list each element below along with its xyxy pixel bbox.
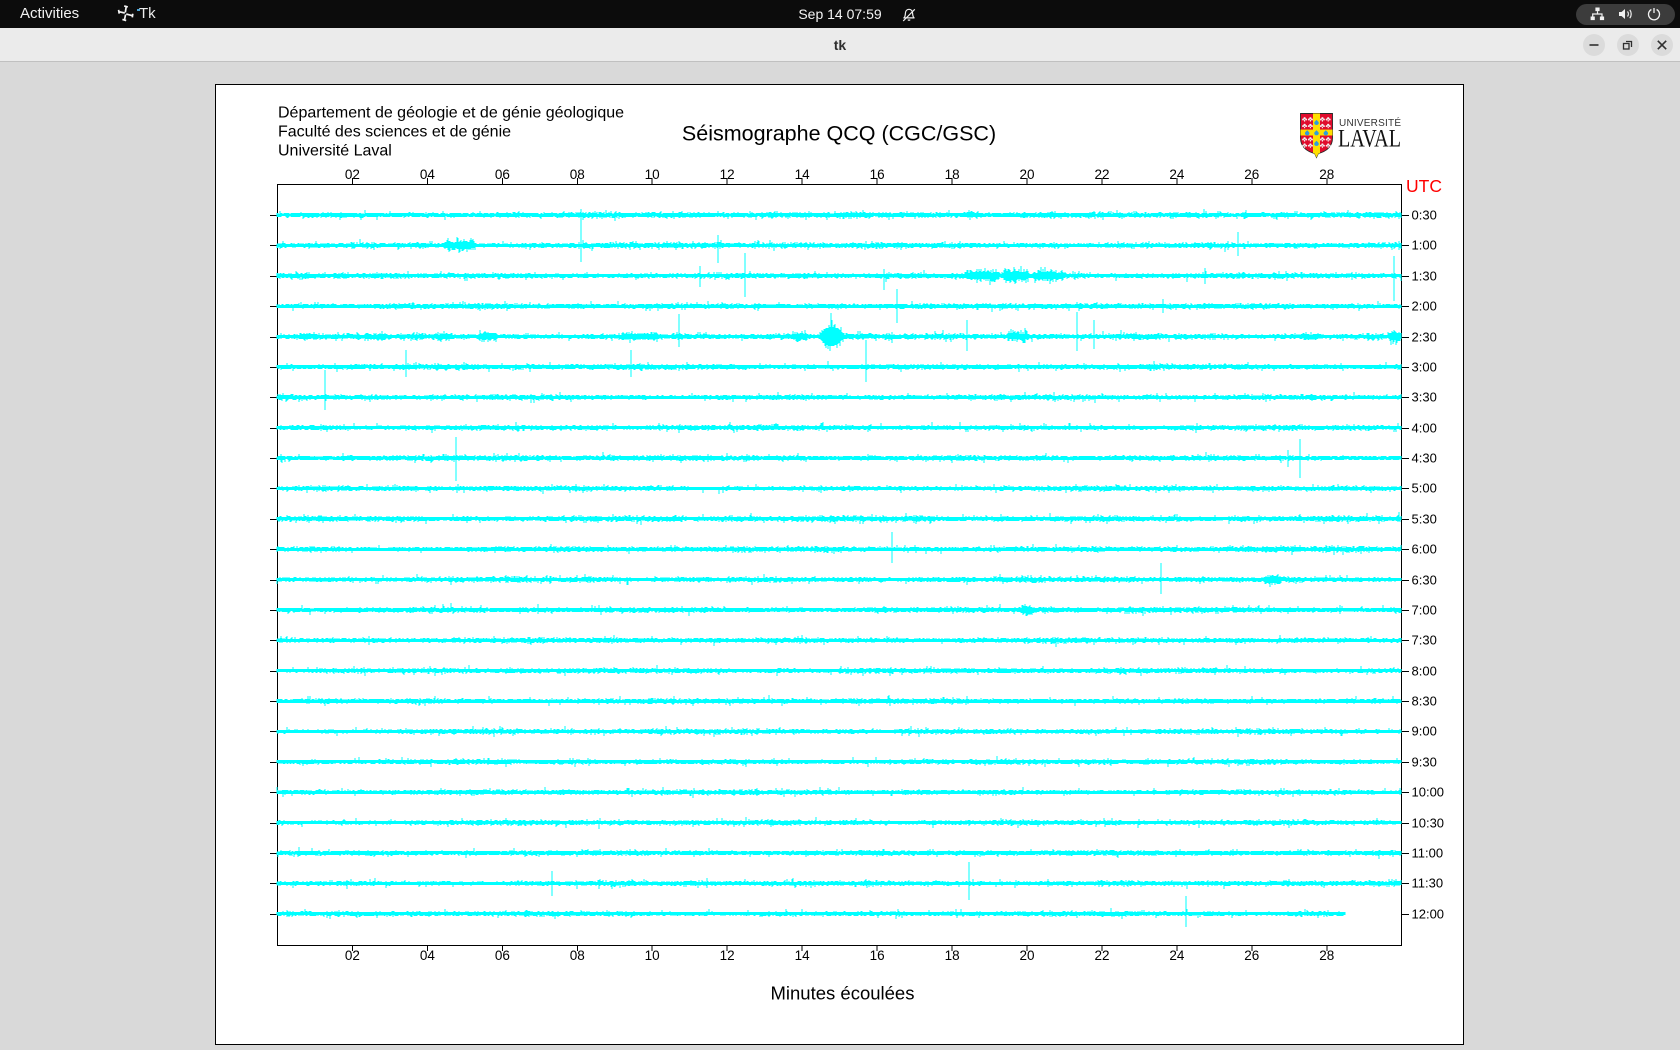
svg-text:Faculté des sciences et de gén: Faculté des sciences et de génie — [278, 123, 511, 140]
svg-text:6:30: 6:30 — [1412, 573, 1437, 588]
svg-text:Université Laval: Université Laval — [278, 142, 392, 159]
svg-text:10:30: 10:30 — [1412, 816, 1445, 831]
svg-text:4:00: 4:00 — [1412, 421, 1437, 436]
svg-text:0:30: 0:30 — [1412, 208, 1437, 223]
svg-text:10:00: 10:00 — [1412, 785, 1445, 800]
svg-text:9:30: 9:30 — [1412, 755, 1437, 770]
svg-text:UTC: UTC — [1406, 176, 1442, 196]
svg-text:6:00: 6:00 — [1412, 542, 1437, 557]
svg-text:Séismographe QCQ (CGC/GSC): Séismographe QCQ (CGC/GSC) — [682, 122, 996, 146]
svg-text:1:00: 1:00 — [1412, 238, 1437, 253]
svg-text:1:30: 1:30 — [1412, 269, 1437, 284]
svg-text:7:00: 7:00 — [1412, 603, 1437, 618]
svg-text:5:00: 5:00 — [1412, 481, 1437, 496]
svg-text:12:00: 12:00 — [1412, 907, 1445, 922]
svg-text:2:00: 2:00 — [1412, 299, 1437, 314]
svg-text:Département de géologie et de: Département de géologie et de génie géol… — [278, 104, 624, 121]
svg-text:7:30: 7:30 — [1412, 633, 1437, 648]
svg-text:11:00: 11:00 — [1412, 846, 1444, 861]
svg-text:4:30: 4:30 — [1412, 451, 1437, 466]
svg-text:Minutes écoulées: Minutes écoulées — [771, 983, 915, 1004]
svg-text:11:30: 11:30 — [1412, 876, 1444, 891]
svg-text:LAVAL: LAVAL — [1338, 126, 1401, 153]
svg-text:9:00: 9:00 — [1412, 724, 1437, 739]
svg-text:8:00: 8:00 — [1412, 664, 1437, 679]
svg-text:3:00: 3:00 — [1412, 360, 1437, 375]
svg-text:5:30: 5:30 — [1412, 512, 1437, 527]
svg-text:3:30: 3:30 — [1412, 390, 1437, 405]
svg-text:2:30: 2:30 — [1412, 330, 1437, 345]
svg-text:8:30: 8:30 — [1412, 694, 1437, 709]
